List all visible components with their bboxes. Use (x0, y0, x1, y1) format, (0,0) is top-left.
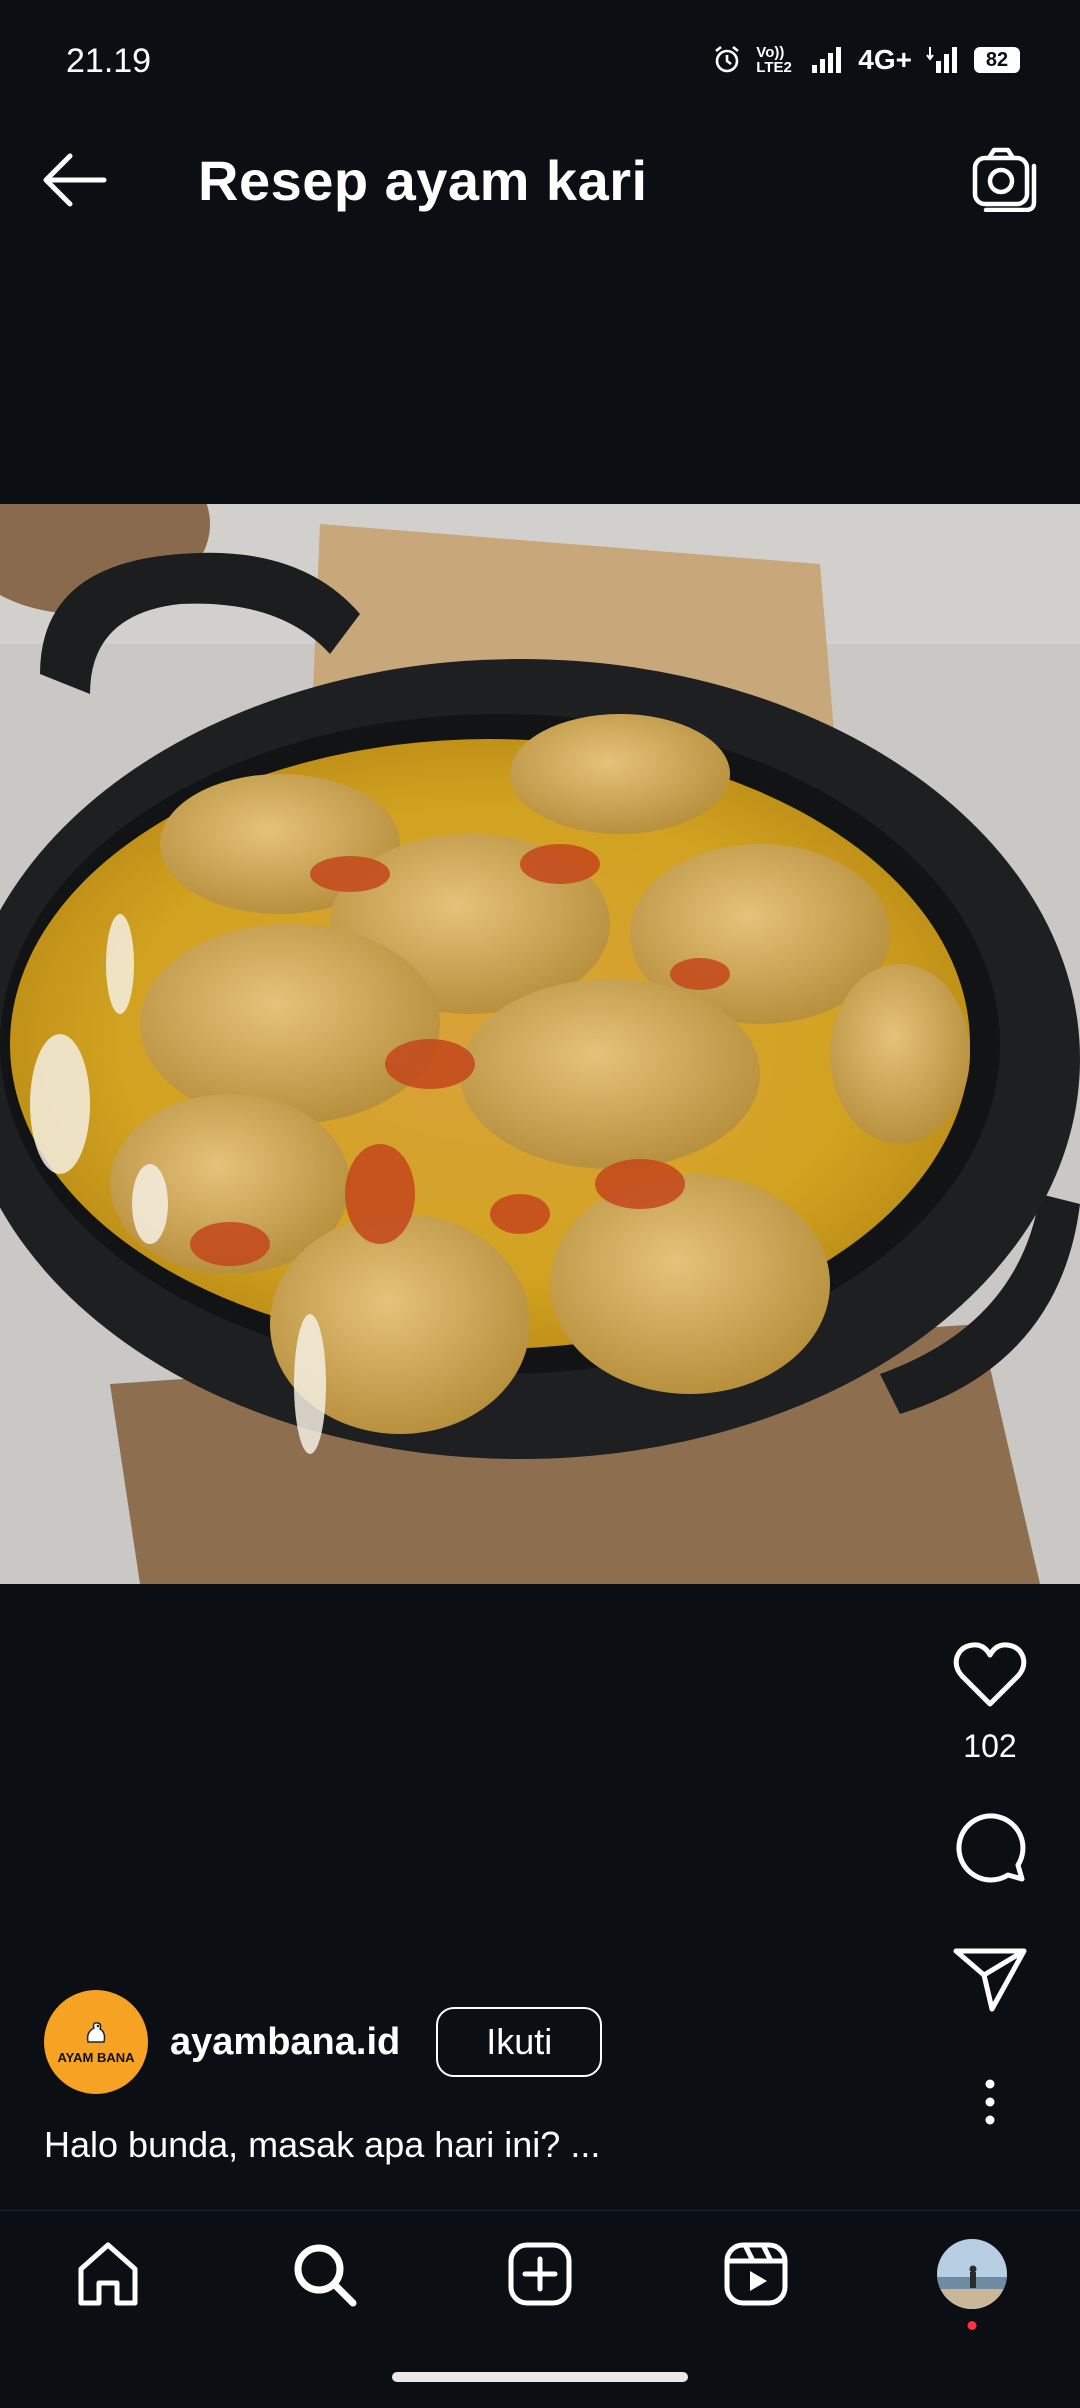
chicken-logo-icon (86, 2021, 106, 2043)
nav-reels[interactable] (716, 2234, 796, 2314)
curry-chicken-photo (0, 504, 1080, 1584)
status-icons: Vo)) LTE2 4G+ 82 (712, 44, 1020, 76)
arrow-left-icon[interactable] (40, 150, 110, 210)
post-author: AYAM BANA ayambana.id Ikuti (44, 1990, 603, 2094)
home-icon[interactable] (75, 2241, 141, 2307)
volte-indicator: Vo)) LTE2 (756, 44, 792, 76)
header: Resep ayam kari (0, 110, 1080, 240)
post-image[interactable] (0, 504, 1080, 1584)
follow-button[interactable]: Ikuti (436, 2007, 603, 2077)
nav-profile[interactable] (932, 2234, 1012, 2330)
post-caption[interactable]: Halo bunda, masak apa hari ini? ... (44, 2124, 600, 2166)
battery-indicator: 82 (974, 47, 1020, 73)
create-icon[interactable] (507, 2241, 573, 2307)
profile-photo (937, 2239, 1007, 2309)
comment-icon[interactable] (952, 1809, 1028, 1885)
camera-icon[interactable] (972, 146, 1038, 212)
status-bar: 21.19 Vo)) LTE2 4G+ 82 (0, 0, 1080, 110)
author-username[interactable]: ayambana.id (170, 2021, 400, 2064)
post-actions: 102 (930, 1640, 1050, 2125)
page-title: Resep ayam kari (198, 149, 648, 212)
nav-search[interactable] (284, 2234, 364, 2314)
network-type: 4G+ (858, 44, 912, 75)
like-count[interactable]: 102 (930, 1728, 1050, 1765)
signal-icon-2 (926, 47, 957, 73)
more-vertical-icon[interactable] (980, 2079, 1000, 2125)
like-button[interactable] (930, 1640, 1050, 1710)
comment-button[interactable] (930, 1809, 1050, 1885)
status-time: 21.19 (66, 42, 152, 80)
avatar-brand-text: AYAM BANA (57, 2049, 135, 2065)
reels-icon[interactable] (723, 2241, 789, 2307)
signal-icon (812, 47, 842, 73)
author-avatar[interactable]: AYAM BANA (44, 1990, 148, 2094)
heart-icon[interactable] (952, 1640, 1028, 1710)
search-icon[interactable] (291, 2241, 357, 2307)
share-button[interactable] (930, 1945, 1050, 2013)
notification-dot (967, 2321, 977, 2330)
profile-avatar[interactable] (937, 2239, 1007, 2309)
nav-home[interactable] (68, 2234, 148, 2314)
home-indicator[interactable] (392, 2372, 688, 2382)
alarm-icon (715, 45, 740, 73)
more-button[interactable] (930, 2079, 1050, 2125)
send-icon[interactable] (952, 1945, 1028, 2013)
nav-create[interactable] (500, 2234, 580, 2314)
bottom-navigation (0, 2210, 1080, 2337)
